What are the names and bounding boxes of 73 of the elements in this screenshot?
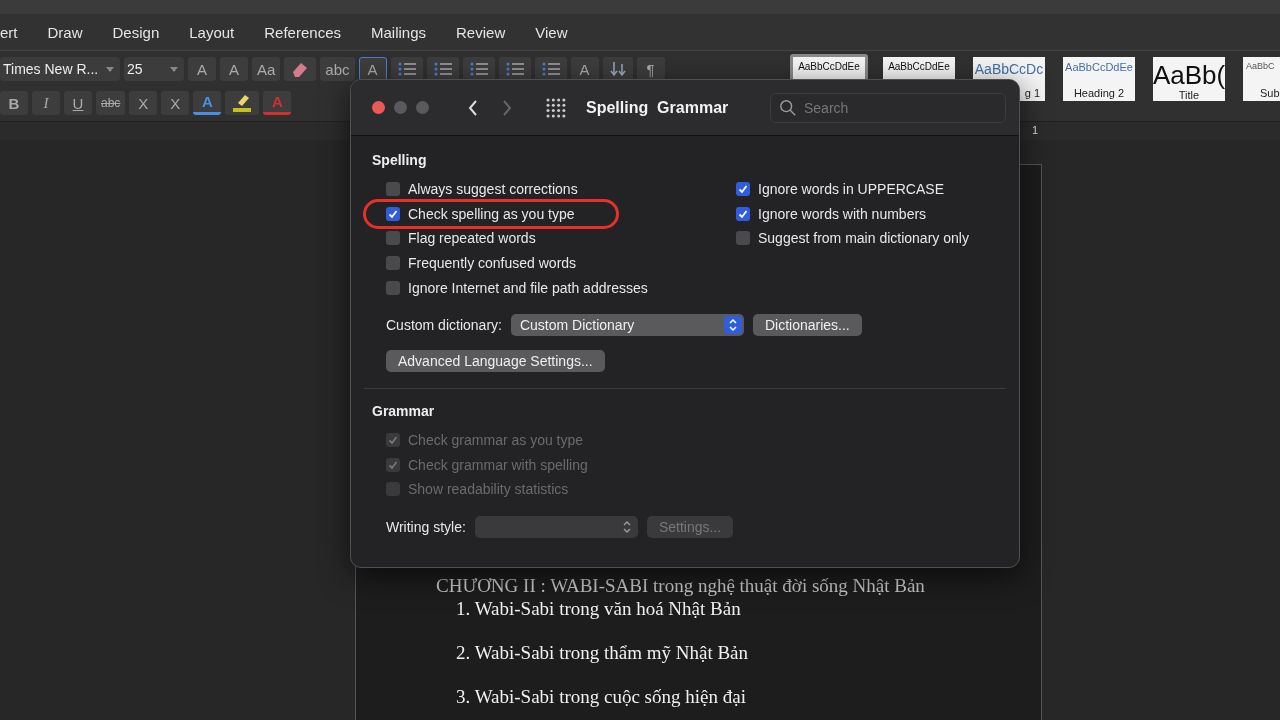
checkbox[interactable] <box>386 256 400 271</box>
format-button[interactable]: I <box>32 91 60 115</box>
checkbox[interactable] <box>386 206 400 221</box>
stepper-icon <box>723 315 742 334</box>
format-button[interactable]: A <box>358 57 387 81</box>
format-button[interactable]: Aa <box>252 57 281 81</box>
format-button[interactable]: A <box>220 57 248 81</box>
format-button[interactable]: ¶ <box>636 57 665 81</box>
ribbon-tab[interactable]: ert <box>0 23 33 41</box>
dropdown-arrow-icon <box>106 66 114 72</box>
format-button[interactable]: U <box>64 91 92 115</box>
document-heading: CHƯƠNG II : WABI-SABI trong nghệ thuật đời sống Nhật Bản <box>436 575 926 597</box>
checkbox[interactable] <box>386 280 400 295</box>
option-label: Check grammar with spelling <box>408 456 588 473</box>
ribbon-tab[interactable]: Draw <box>32 23 98 41</box>
checkbox[interactable] <box>386 182 400 197</box>
style-preset[interactable]: AaBbC Sub <box>1240 54 1280 104</box>
option-label: Ignore words with numbers <box>758 205 927 222</box>
dictionary-select[interactable]: Custom Dictionary <box>510 313 744 336</box>
format-button[interactable]: A <box>570 57 599 81</box>
document-list-item: 2. Wabi-Sabi trong thẩm mỹ Nhật Bản <box>456 641 750 665</box>
format-button[interactable]: X <box>161 91 190 115</box>
style-preset[interactable]: AaBbCcDdEe Heading 2 <box>1060 54 1138 104</box>
option-label: Flag repeated words <box>408 230 536 247</box>
checkbox[interactable] <box>736 231 750 246</box>
option-label: Suggest from main dictionary only <box>758 230 969 247</box>
list-icon[interactable] <box>390 57 423 81</box>
document-list-item: 1. Wabi-Sabi trong văn hoá Nhật Bản <box>456 597 742 621</box>
checkbox[interactable] <box>736 206 750 221</box>
option-label: Check grammar as you type <box>408 432 584 449</box>
format-button[interactable]: abc <box>96 91 126 115</box>
document-list-item: 3. Wabi-Sabi trong cuộc sống hiện đại <box>456 685 747 709</box>
format-button[interactable]: X <box>129 91 158 115</box>
field-label: Custom dictionary: <box>386 316 502 333</box>
option-label: Always suggest corrections <box>408 181 578 198</box>
option-label: Frequently confused words <box>408 255 577 272</box>
section-heading: Grammar <box>372 402 436 419</box>
ribbon-tab[interactable]: Review <box>441 23 521 41</box>
format-button[interactable]: B <box>0 91 28 115</box>
list-icon[interactable] <box>426 57 459 81</box>
ribbon-tab[interactable]: View <box>520 23 583 41</box>
option-label: Ignore words in UPPERCASE <box>758 181 944 198</box>
close-button[interactable] <box>372 101 385 114</box>
highlighter-icon[interactable] <box>225 91 260 115</box>
checkbox[interactable] <box>736 182 750 197</box>
search-field[interactable]: Search <box>770 92 1006 123</box>
section-heading: Spelling <box>372 152 428 168</box>
format-button[interactable]: A <box>188 57 216 81</box>
checkbox[interactable] <box>386 231 400 246</box>
ribbon-tab[interactable]: Layout <box>174 23 250 41</box>
list-icon[interactable] <box>462 57 495 81</box>
ribbon-tab[interactable]: Design <box>97 23 175 41</box>
font-name-field[interactable]: Times New R... <box>0 57 120 81</box>
option-label: Ignore Internet and file path addresses <box>408 279 648 296</box>
style-preset[interactable]: AaBb( Title <box>1150 54 1228 104</box>
option-label: Check spelling as you type <box>408 205 575 222</box>
search-icon <box>779 98 797 117</box>
sort-icon[interactable] <box>602 57 633 81</box>
format-button[interactable]: abc <box>320 57 355 81</box>
ribbon-tab[interactable]: Mailings <box>356 23 442 41</box>
font-size-field[interactable]: 25 <box>124 57 184 81</box>
ruler-number: 1 <box>1032 124 1039 136</box>
ribbon-tab[interactable]: References <box>249 23 356 41</box>
dialog-title: Spelling Grammar <box>586 98 729 117</box>
dictionaries-button[interactable]: Dictionaries... <box>752 313 862 336</box>
dropdown-arrow-icon <box>170 66 178 72</box>
back-icon[interactable] <box>468 98 478 117</box>
eraser-icon[interactable] <box>284 57 317 81</box>
grid-icon[interactable] <box>546 97 566 118</box>
format-button[interactable]: A <box>193 91 222 115</box>
field-label: Writing style: <box>386 518 466 535</box>
option-label: Show readability statistics <box>408 481 569 498</box>
advanced-settings-button[interactable]: Advanced Language Settings... <box>386 349 605 372</box>
